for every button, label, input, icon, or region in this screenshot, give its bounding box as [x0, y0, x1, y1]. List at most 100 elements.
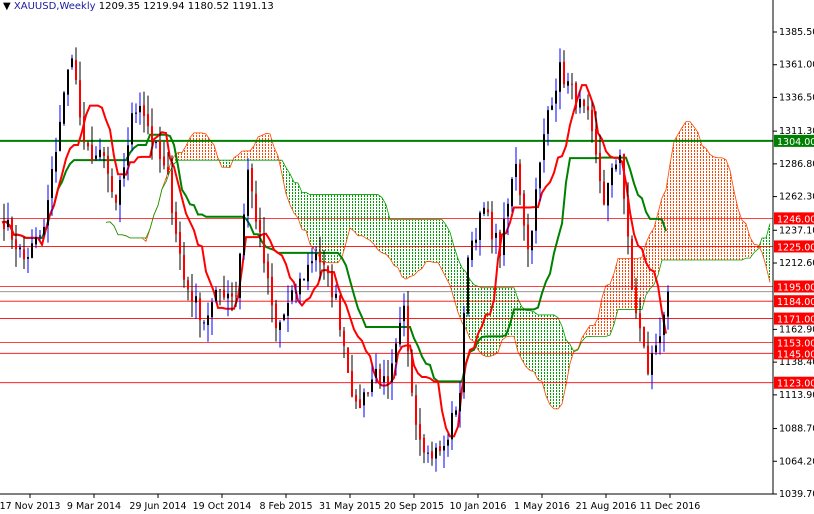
- cloud-bearish-segment: [502, 287, 506, 341]
- candle-body: [235, 295, 237, 297]
- cloud-bearish-segment: [290, 173, 294, 214]
- cloud-bearish-segment: [390, 219, 394, 266]
- candle-body: [399, 322, 401, 345]
- candle-body: [83, 116, 85, 143]
- level-price-label: 1145.00: [777, 349, 814, 360]
- cloud-bearish-segment: [222, 160, 226, 168]
- plot-area: [0, 47, 773, 472]
- cloud-bullish-segment: [266, 133, 270, 161]
- candle-body: [607, 183, 609, 206]
- candle-body: [307, 264, 309, 282]
- candle-body: [507, 203, 509, 217]
- cloud-bullish-segment: [618, 258, 622, 310]
- candle-body: [275, 303, 277, 329]
- cloud-bearish-segment: [422, 219, 426, 269]
- candle-body: [327, 266, 329, 274]
- candle-body: [375, 368, 377, 378]
- level-price-label: 1225.00: [777, 242, 814, 253]
- candle-body: [175, 211, 177, 234]
- candle-body: [411, 353, 413, 393]
- cloud-bearish-segment: [438, 219, 442, 270]
- candle-body: [315, 253, 317, 261]
- cloud-bullish-segment: [710, 154, 714, 261]
- candle-body: [371, 379, 373, 393]
- candle-body: [167, 166, 169, 173]
- candle-body: [199, 298, 201, 321]
- candle-body: [75, 59, 77, 80]
- candle-body: [115, 194, 117, 203]
- cloud-bullish-segment: [622, 258, 626, 310]
- price-chart[interactable]: 1385.501361.001336.501311.301286.801262.…: [0, 0, 814, 514]
- candle-body: [131, 113, 133, 145]
- candle-body: [55, 152, 57, 172]
- candle-body: [455, 410, 457, 415]
- cloud-bullish-segment: [626, 258, 630, 310]
- candle-body: [87, 142, 89, 147]
- candle-body: [179, 231, 181, 254]
- candle-body: [639, 313, 641, 329]
- candle-body: [447, 439, 449, 446]
- candle-body: [407, 305, 409, 352]
- candle-body: [619, 155, 621, 164]
- level-price-label: 1123.00: [777, 379, 814, 390]
- cloud-bearish-segment: [522, 306, 526, 367]
- cloud-bearish-segment: [374, 194, 378, 250]
- candle-body: [503, 218, 505, 256]
- candle-body: [471, 240, 473, 260]
- candle-body: [243, 214, 245, 256]
- cloud-bearish-segment: [554, 314, 558, 409]
- cloud-bearish-segment: [566, 339, 570, 386]
- cloud-bullish-segment: [698, 132, 702, 261]
- candle-body: [659, 336, 661, 344]
- candle-body: [603, 181, 605, 205]
- y-tick-label: 1113.90: [779, 390, 814, 401]
- candle-body: [259, 220, 261, 233]
- cloud-bearish-segment: [294, 182, 298, 218]
- candle-body: [215, 289, 217, 302]
- cloud-bearish-segment: [530, 310, 534, 372]
- candle-body: [543, 134, 545, 160]
- candle-body: [595, 128, 597, 155]
- candle-body: [267, 261, 269, 279]
- candle-body: [667, 291, 669, 317]
- candle-body: [7, 219, 9, 228]
- candle-body: [71, 58, 73, 68]
- candle-body: [331, 272, 333, 298]
- y-tick-label: 1286.80: [779, 159, 814, 170]
- candle-body: [451, 412, 453, 440]
- cloud-bearish-segment: [518, 299, 522, 360]
- candle-body: [515, 163, 517, 178]
- candle-body: [555, 90, 557, 104]
- candle-body: [651, 353, 653, 375]
- candle-body: [47, 200, 49, 226]
- candle-body: [359, 399, 361, 408]
- x-tick-label: 19 Oct 2014: [193, 501, 252, 512]
- symbol-label: XAUUSD,Weekly: [13, 1, 96, 12]
- candle-body: [339, 296, 341, 330]
- candle-body: [467, 257, 469, 314]
- candle-body: [191, 290, 193, 302]
- cloud-bearish-segment: [434, 219, 438, 263]
- candle-body: [623, 153, 625, 199]
- cloud-bullish-segment: [194, 132, 198, 161]
- candle-body: [499, 231, 501, 257]
- candle-body: [103, 152, 105, 157]
- cloud-bullish-segment: [682, 121, 686, 261]
- cloud-bearish-segment: [362, 194, 366, 239]
- candle-body: [391, 363, 393, 382]
- y-tick-label: 1385.50: [779, 27, 814, 38]
- cloud-bearish-segment: [446, 224, 450, 286]
- x-tick-label: 10 Jan 2016: [450, 501, 507, 512]
- cloud-bullish-segment: [238, 151, 242, 161]
- cloud-bearish-segment: [354, 194, 358, 236]
- cloud-bullish-segment: [678, 127, 682, 261]
- candle-body: [319, 251, 321, 263]
- cloud-bullish-segment: [706, 148, 710, 261]
- cloud-bearish-segment: [426, 219, 430, 262]
- candle-body: [291, 290, 293, 301]
- cloud-bearish-segment: [394, 219, 398, 268]
- candle-body: [107, 155, 109, 174]
- level-price-label: 1171.00: [777, 315, 814, 326]
- collapse-arrow-icon[interactable]: ▼: [3, 1, 11, 12]
- candle-body: [419, 424, 421, 440]
